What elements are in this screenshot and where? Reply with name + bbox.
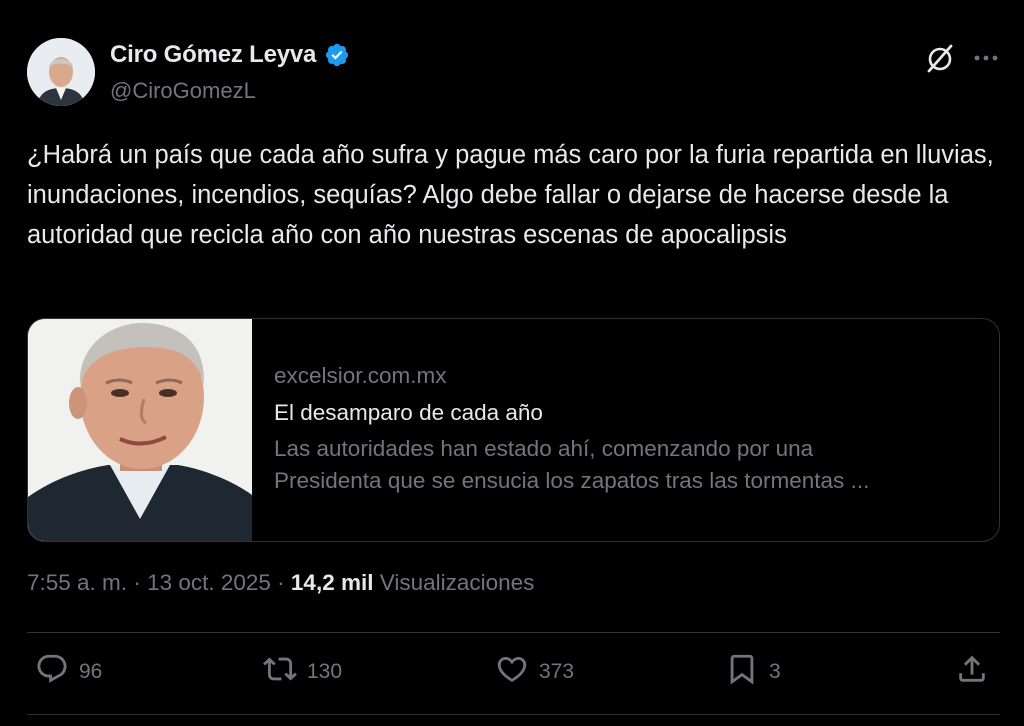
verified-badge-icon[interactable] xyxy=(324,42,350,68)
link-card-description-line: Presidenta que se ensucia los zapatos tr… xyxy=(274,468,870,493)
share-button[interactable] xyxy=(955,652,989,692)
link-card-description: Las autoridades han estado ahí, comenzan… xyxy=(274,433,974,497)
link-card-thumbnail xyxy=(28,319,252,541)
link-card-meta: excelsior.com.mx El desamparo de cada añ… xyxy=(252,319,994,541)
link-card-description-line: Las autoridades han estado ahí, comenzan… xyxy=(274,436,814,461)
more-icon[interactable] xyxy=(970,42,1002,74)
repost-button[interactable]: 130 xyxy=(263,652,342,692)
tweet-meta: 7:55 a. m. · 13 oct. 2025 · 14,2 mil Vis… xyxy=(27,570,534,596)
like-button[interactable]: 373 xyxy=(495,652,574,692)
share-icon xyxy=(955,652,989,692)
divider xyxy=(27,632,1000,633)
link-card[interactable]: excelsior.com.mx El desamparo de cada añ… xyxy=(27,318,1000,542)
link-card-title: El desamparo de cada año xyxy=(274,400,543,425)
action-bar: 96 130 373 3 xyxy=(27,652,1002,696)
tweet-text: ¿Habrá un país que cada año sufra y pagu… xyxy=(27,141,994,249)
tweet: Ciro Gómez Leyva @CiroGomezL ¿Habrá un p… xyxy=(0,0,1024,726)
tweet-date[interactable]: 13 oct. 2025 xyxy=(147,570,271,595)
author-name-row: Ciro Gómez Leyva xyxy=(110,41,350,69)
like-count: 373 xyxy=(539,660,575,683)
views-label: Visualizaciones xyxy=(373,570,535,595)
grok-icon[interactable] xyxy=(922,40,958,76)
divider xyxy=(27,714,1000,715)
avatar-image xyxy=(27,38,95,106)
reply-button[interactable]: 96 xyxy=(35,652,102,692)
repost-icon xyxy=(263,652,297,692)
author-display-name[interactable]: Ciro Gómez Leyva xyxy=(110,41,316,69)
tweet-time[interactable]: 7:55 a. m. xyxy=(27,570,127,595)
bookmark-button[interactable]: 3 xyxy=(725,652,781,692)
reply-count: 96 xyxy=(79,660,103,683)
link-card-domain: excelsior.com.mx xyxy=(274,363,447,388)
bookmark-count: 3 xyxy=(769,660,781,683)
author-handle[interactable]: @CiroGomezL xyxy=(110,78,256,104)
views-count: 14,2 mil xyxy=(290,570,374,595)
reply-icon xyxy=(35,652,69,692)
avatar[interactable] xyxy=(27,38,95,106)
repost-count: 130 xyxy=(307,660,343,683)
bookmark-icon xyxy=(725,652,759,692)
meta-separator: · xyxy=(127,570,148,595)
like-icon xyxy=(495,652,529,692)
meta-separator: · xyxy=(270,570,291,595)
